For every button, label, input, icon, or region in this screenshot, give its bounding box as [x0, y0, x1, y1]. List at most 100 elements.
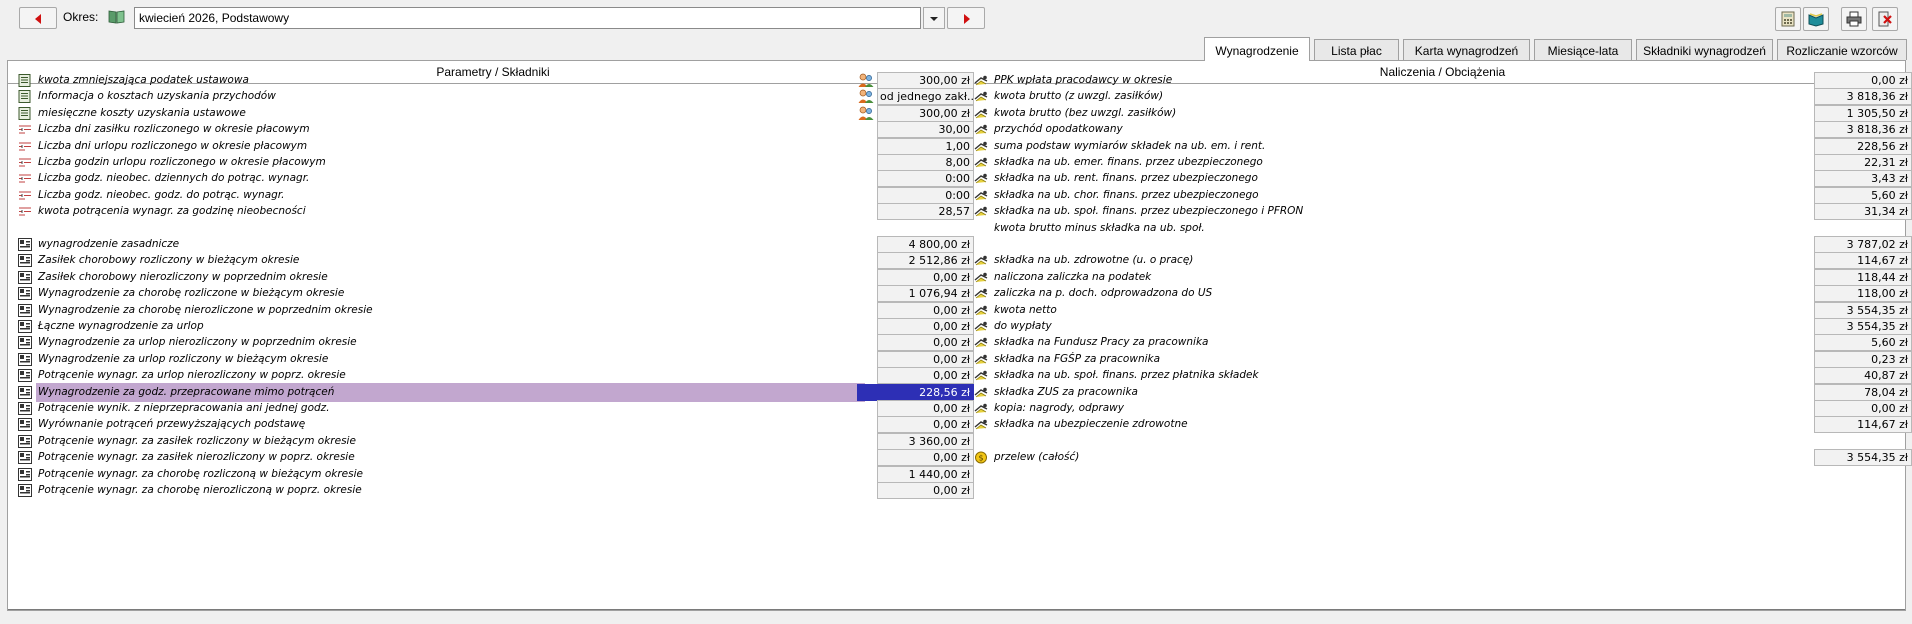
tab-miesiace-lata[interactable]: Miesiące-lata: [1534, 39, 1632, 60]
parameter-row[interactable]: Potrącenie wynagr. za chorobę nierozlicz…: [18, 481, 974, 500]
parameter-icon: [18, 189, 32, 202]
row-label: składka na ubezpieczenie zdrowotne: [994, 418, 1188, 431]
calculator-icon: [1781, 11, 1795, 27]
toolbar: Okres: kwiecień 2026, Podstawowy: [0, 0, 1912, 36]
parameter-icon: [18, 205, 32, 218]
tab-karta-wynagrodzen[interactable]: Karta wynagrodzeń: [1403, 39, 1530, 60]
row-label: składka na FGŚP za pracownika: [994, 352, 1161, 365]
row-value[interactable]: 3 554,35 zł: [1814, 449, 1912, 467]
employee-source-icon[interactable]: [858, 73, 874, 88]
calendar-book-icon: [108, 10, 125, 24]
calculation-icon: [974, 353, 988, 366]
calculation-icon: [974, 369, 988, 382]
row-label: Wynagrodzenie za urlop nierozliczony w p…: [38, 336, 357, 349]
calculation-icon: [974, 271, 988, 284]
tab-bar: Wynagrodzenie Lista płac Karta wynagrodz…: [1204, 37, 1912, 61]
calculation-icon: [974, 254, 988, 267]
component-icon: [18, 484, 32, 497]
calculation-icon: [974, 402, 988, 415]
component-icon: [18, 254, 32, 268]
row-label: Zasiłek chorobowy rozliczony w bieżącym …: [38, 254, 300, 267]
row-label: przychód opodatkowany: [994, 123, 1123, 136]
row-label: kwota potrącenia wynagr. za godzinę nieo…: [38, 205, 306, 218]
row-label: suma podstaw wymiarów składek na ub. em.…: [994, 139, 1266, 152]
row-label: Informacja o kosztach uzyskania przychod…: [38, 90, 276, 103]
parameter-icon: [18, 156, 32, 169]
exit-button[interactable]: [1872, 7, 1898, 31]
calculation-icon: [974, 336, 988, 349]
book-button[interactable]: [1803, 7, 1829, 31]
calculation-icon: [974, 172, 988, 185]
coin-icon: $: [974, 451, 988, 464]
parameter-row[interactable]: kwota potrącenia wynagr. za godzinę nieo…: [18, 202, 974, 221]
calculation-icon: [974, 386, 988, 399]
row-value[interactable]: 0,00 zł: [877, 482, 974, 499]
row-label: kwota zmniejszająca podatek ustawowa: [38, 74, 249, 86]
component-icon: [18, 402, 32, 415]
next-period-button[interactable]: [947, 7, 985, 29]
print-button[interactable]: [1841, 7, 1867, 31]
row-label: Potrącenie wynagr. za urlop nierozliczon…: [38, 369, 346, 382]
parameter-icon: [18, 140, 32, 153]
calculation-icon: [974, 74, 988, 87]
row-label: Potrącenie wynagr. za zasiłek nierozlicz…: [38, 451, 355, 464]
row-label: naliczona zaliczka na podatek: [994, 270, 1152, 283]
row-label: przelew (całość): [994, 451, 1080, 464]
row-label: zaliczka na p. doch. odprowadzona do US: [994, 287, 1213, 300]
row-label: miesięczne koszty uzyskania ustawowe: [38, 106, 246, 119]
calculation-icon: [974, 107, 988, 120]
dropdown-icon: [930, 17, 938, 21]
row-label: Potrącenie wynagr. za chorobę nierozlicz…: [38, 484, 362, 496]
tab-skladniki-wynagrodzen[interactable]: Składniki wynagrodzeń: [1636, 39, 1773, 60]
employee-source-icon[interactable]: [858, 89, 874, 104]
period-select[interactable]: kwiecień 2026, Podstawowy: [134, 7, 921, 29]
calculation-icon: [974, 304, 988, 317]
row-label: składka na ub. społ. finans. przez ubezp…: [994, 205, 1304, 218]
row-label: składka ZUS za pracownika: [994, 385, 1138, 398]
row-label: Liczba dni urlopu rozliczonego w okresie…: [38, 139, 308, 152]
component-icon: [18, 385, 32, 399]
row-label: do wypłaty: [994, 320, 1052, 332]
employee-source-icon[interactable]: [858, 106, 874, 121]
component-icon: [18, 303, 32, 317]
calculator-button[interactable]: [1775, 7, 1801, 31]
bottom-divider: [8, 609, 1905, 610]
tab-rozliczanie-wzorcow[interactable]: Rozliczanie wzorców: [1777, 39, 1907, 60]
document-icon: [18, 74, 32, 87]
component-icon: [18, 336, 32, 350]
calculation-icon: [974, 320, 988, 333]
previous-period-button[interactable]: [19, 7, 57, 29]
document-icon: [18, 106, 32, 120]
okres-label: Okres:: [63, 10, 99, 24]
calculation-icon: [974, 123, 988, 136]
row-label: składka na ub. społ. finans. przez płatn…: [994, 369, 1259, 382]
row-label: Liczba godz. nieobec. godz. do potrąc. w…: [38, 188, 285, 201]
calculation-icon: [974, 205, 988, 218]
component-icon: [18, 369, 32, 383]
row-label: wynagrodzenie zasadnicze: [38, 238, 180, 250]
row-label: Łączne wynagrodzenie za urlop: [38, 320, 204, 332]
row-label: Zasiłek chorobowy nierozliczony w poprze…: [38, 270, 328, 283]
component-icon: [18, 352, 32, 366]
row-label: kopia: nagrody, odprawy: [994, 402, 1124, 414]
row-label: Wyrównanie potrąceń przewyższających pod…: [38, 418, 306, 431]
component-icon: [18, 467, 32, 481]
row-label: Potrącenie wynagr. za chorobę rozliczoną…: [38, 467, 363, 480]
svg-text:$: $: [978, 454, 983, 463]
tab-lista-plac[interactable]: Lista płac: [1314, 39, 1399, 60]
row-label: Liczba godz. nieobec. dziennych do potrą…: [38, 172, 310, 185]
row-label: składka na ub. rent. finans. przez ubezp…: [994, 172, 1258, 185]
tab-wynagrodzenie[interactable]: Wynagrodzenie: [1204, 37, 1310, 61]
exit-icon: [1878, 11, 1892, 27]
row-value[interactable]: 28,57: [877, 203, 974, 221]
row-label: kwota brutto (z uwzgl. zasiłków): [994, 90, 1164, 103]
document-icon: [18, 90, 32, 104]
row-label: Wynagrodzenie za urlop rozliczony w bież…: [38, 352, 329, 365]
calculation-icon: [974, 90, 988, 103]
calculation-row[interactable]: $ przelew (całość) 3 554,35 zł: [974, 448, 1912, 467]
component-icon: [18, 287, 32, 301]
row-label: składka na ub. zdrowotne (u. o pracę): [994, 254, 1194, 267]
row-label: PPK wpłata pracodawcy w okresie: [994, 74, 1173, 86]
period-dropdown-button[interactable]: [923, 7, 945, 29]
printer-icon: [1846, 11, 1862, 27]
